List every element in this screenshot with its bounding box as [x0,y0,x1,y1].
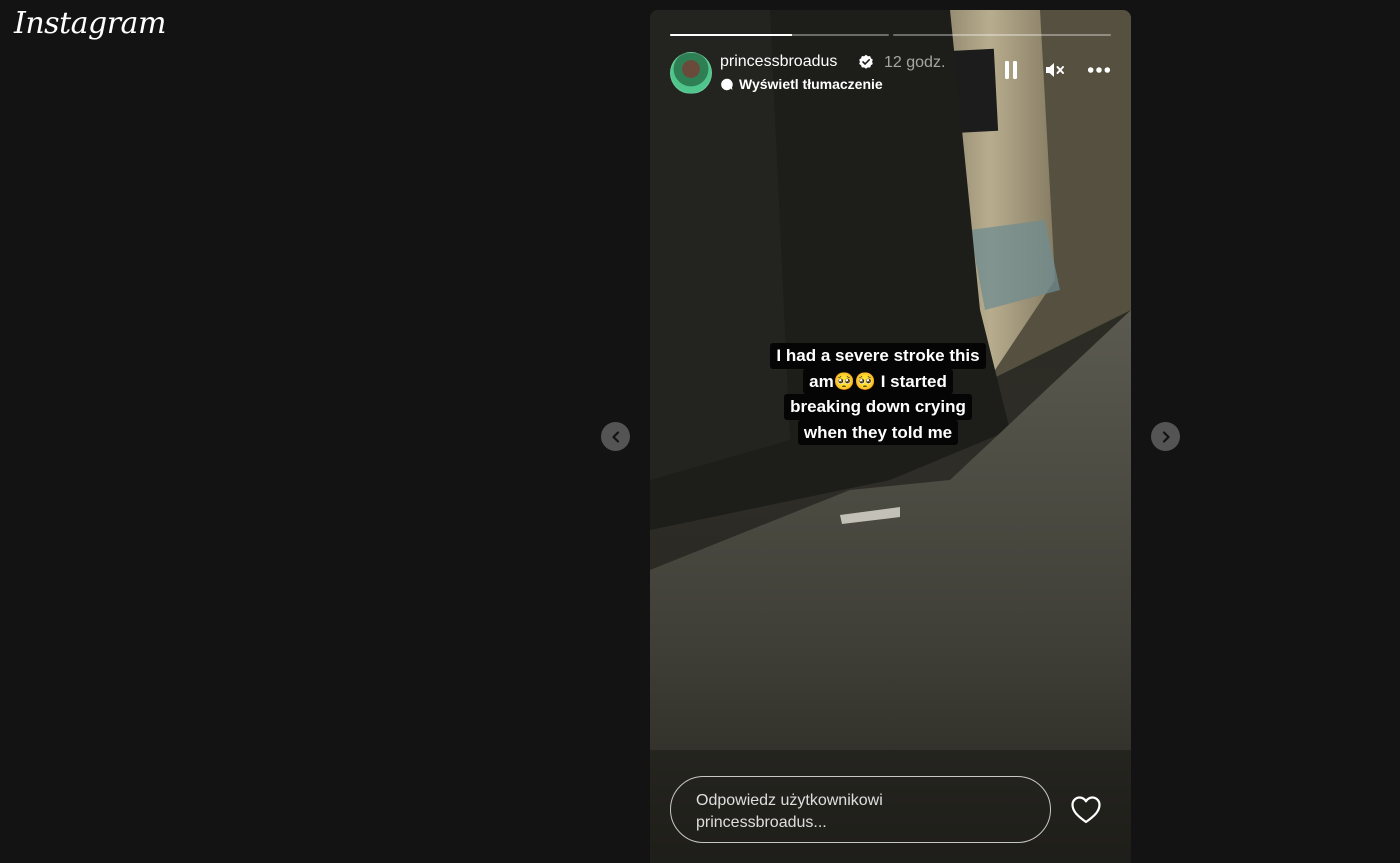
story-timestamp: 12 godz. [884,54,946,71]
story-progress-bar [670,34,1111,36]
progress-segment [670,34,889,36]
pause-button[interactable] [999,58,1023,82]
translate-button[interactable]: Wyświetl tłumaczenie [720,76,883,92]
chevron-right-icon [1162,430,1170,443]
caption-line-wrap: when they told me [750,419,1006,445]
story-header: princessbroadus 12 godz. Wyświetl tłumac… [670,52,1111,94]
more-options-button[interactable] [1087,58,1111,82]
caption-line: I had a severe stroke this [770,343,986,369]
story-controls [999,58,1111,82]
caption-line: when they told me [797,419,959,445]
caption-line: breaking down crying [784,394,972,420]
heart-icon [1071,796,1101,824]
story-caption: I had a severe stroke this am🥺🥺 I starte… [750,343,1006,445]
caption-line: am🥺🥺 I started [803,368,953,394]
previous-story-button[interactable] [601,422,630,451]
instagram-logo[interactable]: Instagram [14,6,166,41]
caption-line-wrap: I had a severe stroke this [750,343,1006,369]
pause-icon [1005,61,1017,79]
like-button[interactable] [1070,795,1102,825]
verified-badge-icon [859,54,873,69]
more-options-icon [1087,67,1111,73]
chevron-left-icon [611,430,619,443]
progress-segment [892,34,1111,36]
story-viewer[interactable]: princessbroadus 12 godz. Wyświetl tłumac… [650,10,1131,863]
caption-line-wrap: breaking down crying [750,394,1006,420]
next-story-button[interactable] [1151,422,1180,451]
mute-button[interactable] [1043,58,1067,82]
username-link[interactable]: princessbroadus [720,53,837,71]
speaker-muted-icon [1046,63,1064,77]
translate-label: Wyświetl tłumaczenie [739,76,883,92]
avatar[interactable] [670,52,712,94]
caption-line-wrap: am🥺🥺 I started [750,368,1006,394]
reply-placeholder-line: Odpowiedz użytkownikowi [696,792,883,809]
reply-placeholder-line: princessbroadus... [696,814,827,831]
speech-bubble-icon [721,78,733,90]
reply-input[interactable]: Odpowiedz użytkownikowi princessbroadus.… [670,776,1051,843]
